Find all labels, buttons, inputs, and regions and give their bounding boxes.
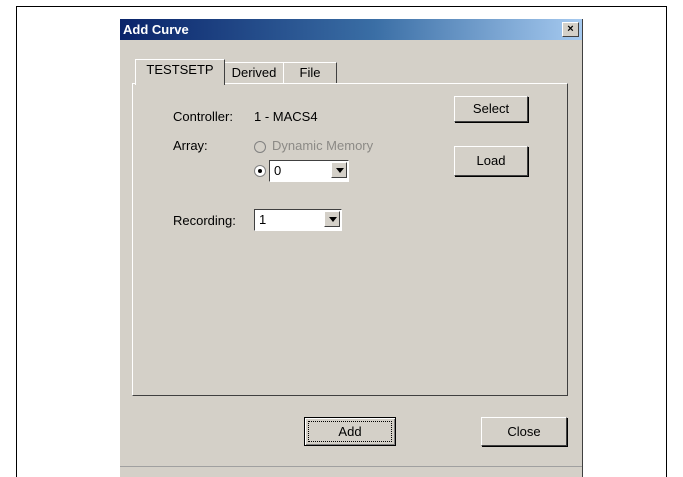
dialog-title: Add Curve [123, 22, 189, 37]
dynamic-memory-label: Dynamic Memory [272, 138, 374, 153]
tab-panel: Controller: 1 - MACS4 Array: Dynamic Mem… [132, 83, 568, 396]
document-frame-left [16, 6, 17, 477]
title-bar[interactable]: Add Curve × [120, 19, 582, 40]
add-button-label: Add [338, 424, 362, 439]
document-frame-right [666, 6, 667, 477]
tab-file[interactable]: File [283, 62, 337, 84]
chevron-down-icon [336, 168, 344, 173]
recording-select[interactable]: 1 [254, 209, 342, 231]
array-index-radio[interactable] [254, 165, 266, 177]
dynamic-memory-radio[interactable] [254, 141, 266, 153]
load-button-label: Load [476, 153, 506, 168]
add-curve-dialog: Add Curve × TESTSETP Derived File Contro… [119, 19, 583, 477]
radio-selected-dot [258, 169, 262, 173]
controller-label: Controller: [173, 109, 233, 124]
recording-label: Recording: [173, 213, 236, 228]
document-frame-top [16, 6, 667, 7]
load-button[interactable]: Load [454, 146, 528, 176]
close-icon[interactable]: × [562, 22, 579, 37]
tab-derived[interactable]: Derived [224, 62, 284, 84]
array-select[interactable]: 0 [269, 160, 349, 182]
tab-testsetp[interactable]: TESTSETP [135, 59, 225, 85]
array-label: Array: [173, 138, 208, 153]
recording-select-value: 1 [259, 212, 267, 227]
array-dropdown-button[interactable] [331, 162, 347, 178]
select-button-label: Select [472, 101, 510, 116]
chevron-down-icon [329, 217, 337, 222]
controller-value: 1 - MACS4 [254, 109, 318, 124]
close-button-label: Close [507, 424, 541, 439]
close-button[interactable]: Close [481, 417, 567, 446]
recording-dropdown-button[interactable] [324, 211, 340, 227]
select-button[interactable]: Select [454, 96, 528, 122]
array-select-value: 0 [274, 163, 282, 178]
dialog-bottom-divider [120, 466, 582, 467]
add-button[interactable]: Add [304, 417, 396, 446]
